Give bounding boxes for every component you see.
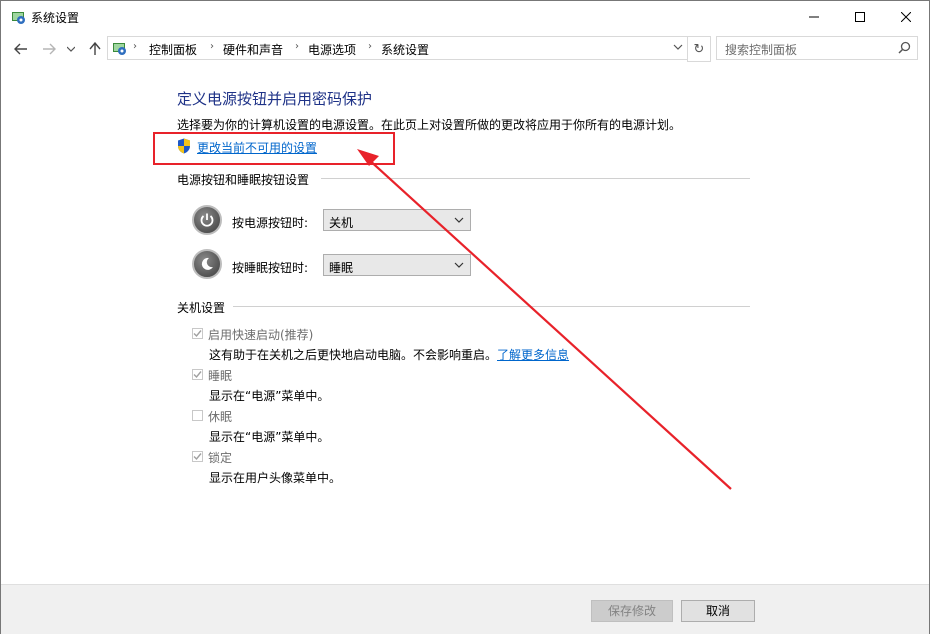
forward-arrow-icon xyxy=(43,43,56,55)
sleep-button-action-select[interactable]: 睡眠 xyxy=(323,254,471,276)
power-button-label: 按电源按钮时: xyxy=(232,216,309,230)
window-title: 系统设置 xyxy=(31,11,80,25)
refresh-button[interactable]: ↻ xyxy=(687,36,711,62)
close-button[interactable] xyxy=(883,1,929,32)
title-bar: 系统设置 xyxy=(1,1,929,33)
up-arrow-icon xyxy=(89,42,101,55)
cancel-button[interactable]: 取消 xyxy=(681,600,755,622)
back-arrow-icon xyxy=(14,43,27,55)
breadcrumb-separator: › xyxy=(368,41,372,52)
checkmark-icon xyxy=(193,330,202,338)
learn-more-link[interactable]: 了解更多信息 xyxy=(497,348,569,362)
annotation-highlight-box xyxy=(153,132,395,165)
fast-startup-desc-text: 这有助于在关机之后更快地启动电脑。不会影响重启。 xyxy=(209,348,498,362)
section-title-shutdown: 关机设置 xyxy=(177,301,226,315)
power-button-action-value: 关机 xyxy=(329,216,354,230)
search-placeholder: 搜索控制面板 xyxy=(725,43,798,57)
refresh-icon: ↻ xyxy=(693,41,705,57)
footer-bar: 保存修改 取消 xyxy=(1,584,929,634)
breadcrumb-separator: › xyxy=(210,41,214,52)
section-title-power-buttons: 电源按钮和睡眠按钮设置 xyxy=(177,173,310,187)
checkmark-icon xyxy=(193,371,202,379)
sleep-button-action-value: 睡眠 xyxy=(329,261,354,275)
breadcrumb-power-options[interactable]: 电源选项 xyxy=(308,41,356,58)
fast-startup-checkbox[interactable] xyxy=(192,328,203,339)
breadcrumb-separator: › xyxy=(295,41,299,52)
control-panel-icon xyxy=(113,43,126,55)
recent-locations-button[interactable] xyxy=(65,39,77,59)
search-icon xyxy=(898,41,911,54)
fast-startup-label: 启用快速启动(推荐) xyxy=(208,328,314,342)
annotation-arrow xyxy=(357,149,732,490)
sleep-option-label: 睡眠 xyxy=(208,369,233,383)
section-divider xyxy=(321,178,750,179)
close-icon xyxy=(901,11,911,22)
breadcrumb-separator: › xyxy=(133,41,137,52)
lock-option-description: 显示在用户头像菜单中。 xyxy=(209,471,342,485)
chevron-down-icon xyxy=(454,262,464,268)
maximize-button[interactable] xyxy=(837,1,883,32)
address-dropdown-icon[interactable] xyxy=(673,41,683,53)
section-divider xyxy=(233,306,750,307)
forward-button[interactable] xyxy=(39,39,59,59)
control-panel-icon xyxy=(12,12,25,24)
sleep-button-label: 按睡眠按钮时: xyxy=(232,261,309,275)
power-button-action-select[interactable]: 关机 xyxy=(323,209,471,231)
lock-checkbox[interactable] xyxy=(192,451,203,462)
power-button-icon xyxy=(192,205,222,235)
hibernate-option-description: 显示在“电源”菜单中。 xyxy=(209,430,330,444)
maximize-icon xyxy=(855,11,865,22)
fast-startup-description: 这有助于在关机之后更快地启动电脑。不会影响重启。了解更多信息 xyxy=(209,346,569,363)
hibernate-checkbox[interactable] xyxy=(192,410,203,421)
sleep-checkbox[interactable] xyxy=(192,369,203,380)
save-changes-button[interactable]: 保存修改 xyxy=(591,600,673,622)
window: 系统设置 › 控制面板 › 硬件和声音 › 电源选项 › 系统设置 ↻ 搜索控制… xyxy=(0,0,930,634)
address-bar[interactable]: › 控制面板 › 硬件和声音 › 电源选项 › 系统设置 xyxy=(107,36,688,60)
hibernate-option-label: 休眠 xyxy=(208,410,233,424)
search-box[interactable]: 搜索控制面板 xyxy=(716,36,918,60)
chevron-down-icon xyxy=(454,217,464,223)
breadcrumb-control-panel[interactable]: 控制面板 xyxy=(149,41,197,58)
minimize-button[interactable] xyxy=(791,1,837,32)
breadcrumb-hardware-sound[interactable]: 硬件和声音 xyxy=(223,41,283,58)
minimize-icon xyxy=(809,16,819,17)
page-description: 选择要为你的计算机设置的电源设置。在此页上对设置所做的更改将应用于你所有的电源计… xyxy=(177,118,682,132)
up-button[interactable] xyxy=(85,39,105,59)
checkmark-icon xyxy=(193,453,202,461)
breadcrumb-system-settings[interactable]: 系统设置 xyxy=(381,41,429,58)
sleep-button-icon xyxy=(192,249,222,279)
page-heading: 定义电源按钮并启用密码保护 xyxy=(177,90,373,108)
lock-option-label: 锁定 xyxy=(208,451,233,465)
back-button[interactable] xyxy=(11,39,31,59)
sleep-option-description: 显示在“电源”菜单中。 xyxy=(209,389,330,403)
chevron-down-icon xyxy=(67,46,75,52)
